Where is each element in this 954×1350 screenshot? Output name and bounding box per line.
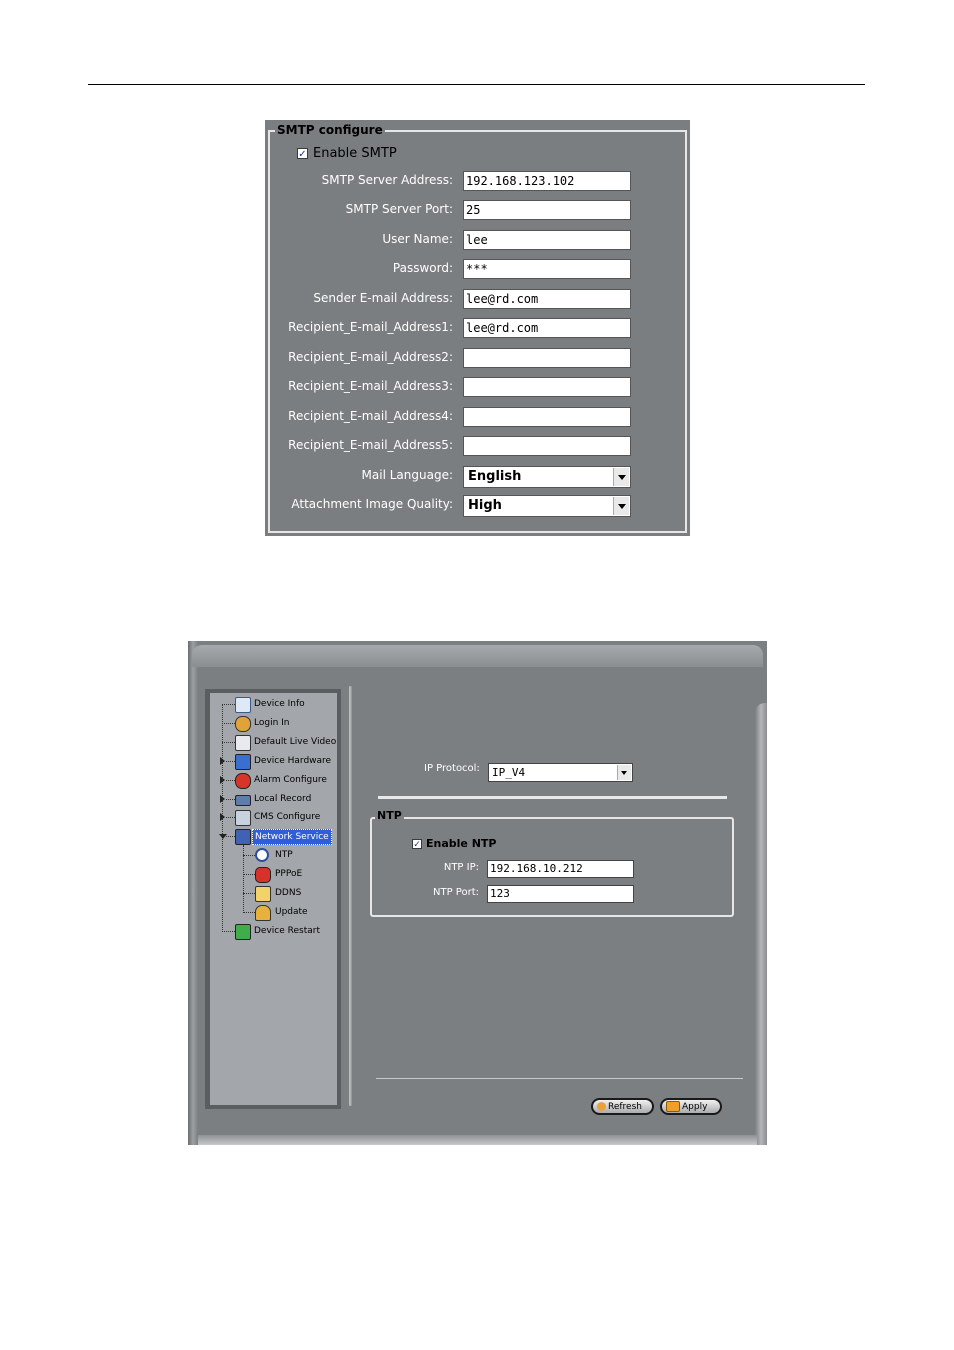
config-tree-panel: Device Info Login In Default Live Video … <box>205 689 341 1109</box>
tree-item-default-live-video[interactable]: Default Live Video <box>210 733 337 751</box>
recipient-email-1-row: Recipient_E-mail_Address1: lee@rd.com <box>265 318 690 338</box>
network-service-window: Device Info Login In Default Live Video … <box>188 641 767 1145</box>
ntp-port-input[interactable]: 123 <box>487 885 634 903</box>
recipient-email-2-label: Recipient_E-mail_Address2: <box>288 350 453 364</box>
tree-item-ntp[interactable]: NTP <box>210 846 337 864</box>
ntp-ip-label: NTP IP: <box>443 862 479 873</box>
password-input[interactable]: *** <box>463 259 631 279</box>
tree-item-ddns[interactable]: DDNS <box>210 884 337 902</box>
window-right-border <box>755 703 767 1145</box>
sender-email-input[interactable]: lee@rd.com <box>463 289 631 309</box>
tree-item-pppoe[interactable]: PPPoE <box>210 865 337 883</box>
user-key-icon <box>235 716 251 732</box>
tree-item-network-service[interactable]: Network Service <box>210 827 337 845</box>
ddns-icon <box>255 886 271 902</box>
password-row: Password: *** <box>265 259 690 279</box>
document-icon <box>235 697 251 713</box>
network-icon <box>235 829 251 845</box>
recipient-email-1-input[interactable]: lee@rd.com <box>463 318 631 338</box>
ntp-ip-input[interactable]: 192.168.10.212 <box>487 860 634 878</box>
refresh-icon <box>597 1102 606 1111</box>
image-quality-select[interactable]: High <box>463 495 631 517</box>
ip-protocol-label: IP Protocol: <box>424 763 480 774</box>
enable-smtp-label: Enable SMTP <box>313 146 397 161</box>
password-label: Password: <box>392 261 453 275</box>
mail-language-select[interactable]: English <box>463 466 631 488</box>
image-quality-label: Attachment Image Quality: <box>291 497 453 511</box>
section-divider <box>378 796 727 799</box>
tree-item-device-info[interactable]: Device Info <box>210 695 337 713</box>
clock-icon <box>255 848 269 862</box>
alarm-icon <box>235 773 251 789</box>
recipient-email-3-label: Recipient_E-mail_Address3: <box>288 379 453 393</box>
tree-item-cms-configure[interactable]: CMS Configure <box>210 808 337 826</box>
refresh-button[interactable]: Refresh <box>591 1098 654 1115</box>
chevron-down-icon[interactable] <box>613 497 629 515</box>
recipient-email-3-row: Recipient_E-mail_Address3: <box>265 377 690 397</box>
restart-icon <box>235 924 251 940</box>
tree-item-alarm-configure[interactable]: Alarm Configure <box>210 771 337 789</box>
smtp-configure-panel: SMTP configure ✓ Enable SMTP SMTP Server… <box>265 120 690 536</box>
smtp-server-address-row: SMTP Server Address: 192.168.123.102 <box>265 171 690 191</box>
recipient-email-4-input[interactable] <box>463 407 631 427</box>
phone-icon <box>255 867 271 883</box>
smtp-server-port-input[interactable]: 25 <box>463 200 631 220</box>
tree-item-update[interactable]: Update <box>210 903 337 921</box>
ip-protocol-value: IP_V4 <box>492 766 526 779</box>
apply-icon <box>666 1101 680 1112</box>
page-header-rule <box>88 84 865 85</box>
cms-icon <box>235 810 251 826</box>
mail-language-value: English <box>468 469 522 484</box>
ntp-group-title: NTP <box>375 809 404 822</box>
image-quality-row: Attachment Image Quality: High <box>265 495 690 517</box>
ip-protocol-select[interactable]: IP_V4 <box>488 763 633 782</box>
sender-email-label: Sender E-mail Address: <box>313 291 453 305</box>
config-tree: Device Info Login In Default Live Video … <box>210 693 337 1105</box>
smtp-server-address-label: SMTP Server Address: <box>321 173 453 187</box>
footer-divider <box>376 1078 743 1079</box>
window-bottom-border <box>198 1135 757 1145</box>
chevron-down-icon[interactable] <box>613 468 629 486</box>
user-name-row: User Name: lee <box>265 230 690 250</box>
mail-language-label: Mail Language: <box>361 468 453 482</box>
ntp-port-label: NTP Port: <box>433 887 479 898</box>
recipient-email-5-input[interactable] <box>463 436 631 456</box>
window-title-bar <box>192 645 763 667</box>
smtp-group-title: SMTP configure <box>275 123 385 138</box>
recipient-email-1-label: Recipient_E-mail_Address1: <box>288 320 453 334</box>
tree-item-device-restart[interactable]: Device Restart <box>210 922 337 940</box>
window-left-border <box>188 641 198 1145</box>
enable-ntp-checkbox[interactable]: ✓ Enable NTP <box>412 837 496 850</box>
checkbox-checked-icon[interactable]: ✓ <box>297 148 308 160</box>
recipient-email-4-row: Recipient_E-mail_Address4: <box>265 407 690 427</box>
apply-button[interactable]: Apply <box>660 1098 722 1115</box>
recipient-email-2-row: Recipient_E-mail_Address2: <box>265 348 690 368</box>
record-icon <box>235 795 251 806</box>
sender-email-row: Sender E-mail Address: lee@rd.com <box>265 289 690 309</box>
update-icon <box>255 905 271 921</box>
recipient-email-4-label: Recipient_E-mail_Address4: <box>288 409 453 423</box>
enable-smtp-checkbox[interactable]: ✓ Enable SMTP <box>297 146 397 161</box>
tree-item-device-hardware[interactable]: Device Hardware <box>210 752 337 770</box>
panel-splitter[interactable] <box>349 686 352 1106</box>
smtp-server-address-input[interactable]: 192.168.123.102 <box>463 171 631 191</box>
tree-item-login-in[interactable]: Login In <box>210 714 337 732</box>
tree-item-local-record[interactable]: Local Record <box>210 790 337 808</box>
user-name-input[interactable]: lee <box>463 230 631 250</box>
enable-ntp-label: Enable NTP <box>426 837 497 850</box>
mail-language-row: Mail Language: English <box>265 466 690 488</box>
video-icon <box>235 735 251 751</box>
user-name-label: User Name: <box>382 232 453 246</box>
chevron-down-icon[interactable] <box>617 765 631 780</box>
smtp-server-port-row: SMTP Server Port: 25 <box>265 200 690 220</box>
recipient-email-5-label: Recipient_E-mail_Address5: <box>288 438 453 452</box>
smtp-server-port-label: SMTP Server Port: <box>345 202 453 216</box>
recipient-email-5-row: Recipient_E-mail_Address5: <box>265 436 690 456</box>
recipient-email-3-input[interactable] <box>463 377 631 397</box>
recipient-email-2-input[interactable] <box>463 348 631 368</box>
tools-icon <box>235 754 251 770</box>
checkbox-checked-icon[interactable]: ✓ <box>412 838 422 850</box>
image-quality-value: High <box>468 498 502 513</box>
